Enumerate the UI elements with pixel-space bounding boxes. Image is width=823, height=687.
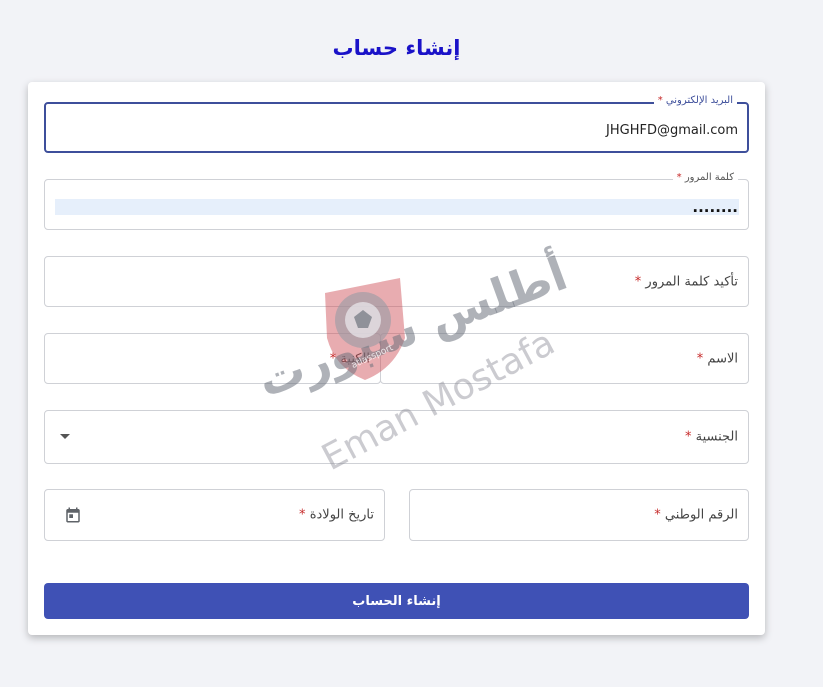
nationality-select[interactable]: الجنسية * xyxy=(44,410,749,464)
email-label: البريد الإلكتروني * xyxy=(653,95,737,106)
birth-date-label-text: تاريخ الولادة xyxy=(309,507,374,523)
signup-form-card: البريد الإلكتروني * JHGHFD@gmail.com كلم… xyxy=(28,82,765,635)
page-title: إنشاء حساب xyxy=(332,36,461,60)
confirm-password-field[interactable]: تأكيد كلمة المرور * xyxy=(44,256,749,307)
nationality-label-text: الجنسية xyxy=(695,429,738,445)
dropdown-arrow-icon[interactable] xyxy=(60,434,70,439)
email-label-text: البريد الإلكتروني xyxy=(665,95,733,106)
required-mark: * xyxy=(657,95,663,106)
required-mark: * xyxy=(676,172,682,183)
national-id-label: الرقم الوطني * xyxy=(654,508,738,523)
required-mark: * xyxy=(329,351,337,366)
email-field[interactable]: البريد الإلكتروني * JHGHFD@gmail.com xyxy=(44,95,749,153)
required-mark: * xyxy=(654,507,661,523)
required-mark: * xyxy=(299,507,306,523)
required-mark: * xyxy=(696,351,704,366)
national-id-field[interactable]: الرقم الوطني * xyxy=(409,489,749,541)
required-mark: * xyxy=(684,429,692,445)
required-mark: * xyxy=(634,274,642,289)
last-name-field[interactable]: الكنية * xyxy=(44,333,381,384)
calendar-icon[interactable] xyxy=(64,506,82,524)
email-value: JHGHFD@gmail.com xyxy=(606,123,738,138)
nationality-label: الجنسية * xyxy=(685,430,738,445)
birth-date-label: تاريخ الولادة * xyxy=(299,508,374,523)
first-name-field[interactable]: الاسم * xyxy=(380,333,749,384)
password-label-text: كلمة المرور xyxy=(684,172,734,183)
create-account-button[interactable]: إنشاء الحساب xyxy=(44,583,749,619)
first-name-label-text: الاسم xyxy=(707,351,738,366)
confirm-password-label-text: تأكيد كلمة المرور xyxy=(645,274,738,289)
autofill-highlight xyxy=(55,199,739,215)
password-value: ........ xyxy=(692,198,738,216)
password-label: كلمة المرور * xyxy=(672,172,738,183)
confirm-password-label: تأكيد كلمة المرور * xyxy=(635,274,738,289)
last-name-label: الكنية * xyxy=(330,351,370,366)
first-name-label: الاسم * xyxy=(697,351,738,366)
birth-date-field[interactable]: تاريخ الولادة * xyxy=(44,489,385,541)
password-field[interactable]: كلمة المرور * ........ xyxy=(44,172,749,230)
last-name-label-text: الكنية xyxy=(340,351,370,366)
national-id-label-text: الرقم الوطني xyxy=(664,507,738,523)
